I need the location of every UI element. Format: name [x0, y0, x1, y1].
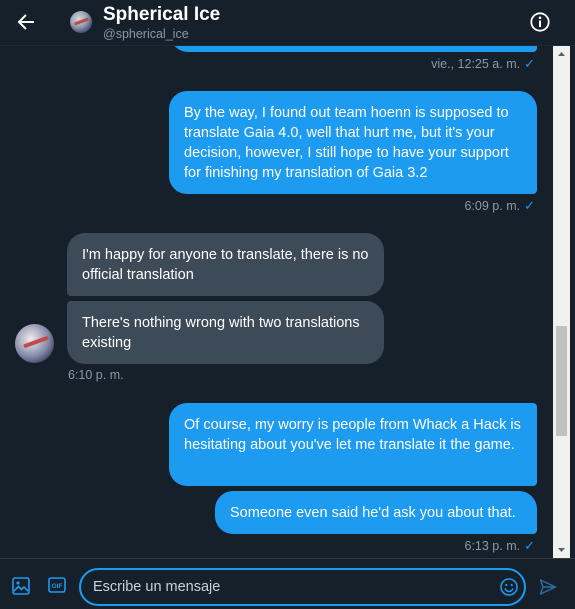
conversation-header: Spherical Ice @spherical_ice — [0, 0, 575, 46]
timestamp-text: 6:09 p. m. — [464, 199, 521, 213]
triangle-down-icon — [558, 548, 565, 552]
scroll-down-button[interactable] — [553, 541, 570, 558]
scroll-up-button[interactable] — [553, 46, 570, 63]
info-button[interactable] — [529, 11, 551, 33]
scrollbar[interactable] — [553, 46, 570, 558]
sent-check-icon: ✓ — [524, 198, 535, 213]
emoji-button[interactable] — [499, 577, 519, 597]
image-icon — [12, 577, 30, 595]
emoji-icon — [500, 578, 518, 596]
sent-check-icon: ✓ — [524, 538, 535, 553]
message-bubble-outgoing[interactable]: Someone even said he'd ask you about tha… — [215, 491, 537, 534]
message-timestamp: vie., 12:25 a. m. ✓ — [431, 56, 535, 72]
message-bubble-incoming[interactable]: I'm happy for anyone to translate, there… — [67, 233, 384, 296]
message-list[interactable]: vie., 12:25 a. m. ✓ By the way, I found o… — [0, 46, 553, 558]
message-bubble-outgoing[interactable] — [170, 46, 537, 52]
arrow-left-icon — [17, 14, 34, 30]
scroll-thumb[interactable] — [556, 326, 567, 436]
message-input[interactable] — [93, 577, 493, 597]
info-circle-icon — [530, 12, 550, 32]
message-timestamp: 6:10 p. m. — [68, 368, 124, 382]
gif-button[interactable]: GIF — [48, 577, 66, 593]
message-bubble-incoming[interactable]: There's nothing wrong with two translati… — [67, 301, 384, 364]
sent-check-icon: ✓ — [524, 56, 535, 71]
add-media-button[interactable] — [11, 576, 31, 596]
message-input-wrapper[interactable] — [79, 568, 526, 606]
message-composer: GIF — [0, 558, 575, 609]
timestamp-text: vie., 12:25 a. m. — [431, 57, 521, 71]
message-timestamp: 6:13 p. m. ✓ — [465, 538, 536, 554]
message-bubble-outgoing[interactable]: By the way, I found out team hoenn is su… — [169, 91, 537, 194]
sender-avatar[interactable] — [15, 324, 54, 363]
conversation-title[interactable]: Spherical Ice — [103, 4, 220, 26]
timestamp-text: 6:13 p. m. — [464, 539, 521, 553]
send-button[interactable] — [539, 578, 557, 596]
triangle-up-icon — [558, 52, 565, 56]
conversation-handle: @spherical_ice — [103, 27, 189, 41]
back-button[interactable] — [14, 10, 38, 34]
message-timestamp: 6:09 p. m. ✓ — [465, 198, 536, 214]
message-bubble-outgoing[interactable]: Of course, my worry is people from Whack… — [169, 403, 537, 486]
avatar[interactable] — [70, 11, 92, 33]
send-icon — [539, 579, 557, 595]
gif-icon: GIF — [48, 577, 66, 593]
gif-label: GIF — [52, 583, 63, 590]
